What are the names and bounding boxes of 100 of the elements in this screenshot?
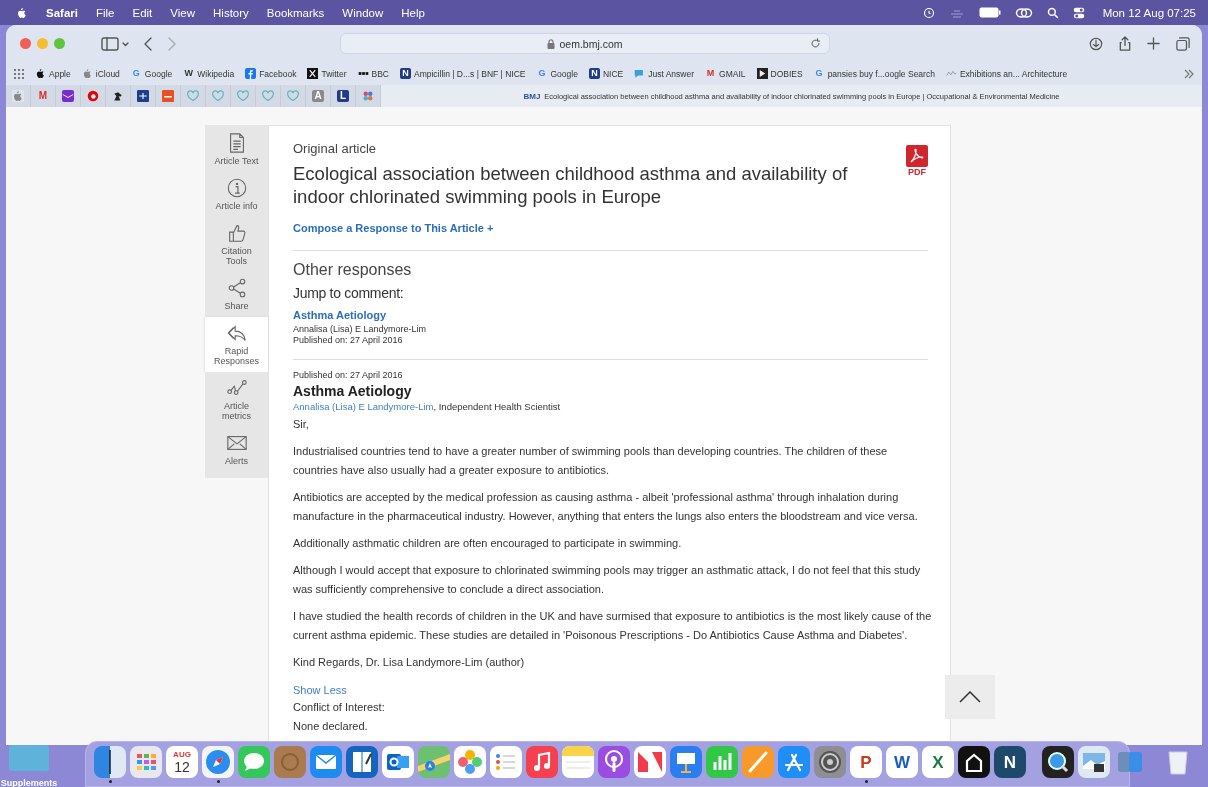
menu-item[interactable]: File <box>95 6 115 19</box>
menu-item[interactable]: Window <box>342 6 384 19</box>
magnifier-icon[interactable] <box>1042 746 1074 778</box>
apple-icon[interactable] <box>16 5 28 20</box>
favicon-icon: L <box>337 90 349 102</box>
plus-icon[interactable] <box>1147 37 1160 50</box>
scroll-to-top-button[interactable] <box>945 675 995 719</box>
mail-app-icon[interactable] <box>382 746 414 778</box>
history-icon[interactable] <box>922 6 935 19</box>
app-letter-icon[interactable]: N <box>994 746 1026 778</box>
sidebar-tab[interactable]: Rapid Responses <box>205 317 268 372</box>
photo-icon[interactable] <box>1078 746 1110 778</box>
show-less-link[interactable]: Show Less <box>293 684 347 696</box>
document-app-icon[interactable]: W <box>886 746 918 778</box>
menu-item[interactable]: History <box>213 6 249 19</box>
bookmark-link[interactable]: DOBIES <box>756 68 803 79</box>
more-icon[interactable] <box>1184 68 1194 79</box>
menu-item[interactable]: Safari <box>46 6 78 19</box>
bookmark-link[interactable]: BBC <box>357 68 389 79</box>
bookmark-link[interactable]: W Wikipedia <box>183 68 235 79</box>
notepad-icon[interactable] <box>562 746 594 778</box>
tabs-overview-icon[interactable] <box>1176 36 1190 51</box>
news-icon[interactable] <box>634 746 666 778</box>
calendar-icon[interactable]: AUG 12 <box>166 746 198 778</box>
favicon-icon <box>12 90 24 102</box>
bookmark-link[interactable]: Apple <box>35 68 71 79</box>
toggles-icon[interactable] <box>1072 6 1085 19</box>
conflict-text: None declared. <box>293 719 369 734</box>
close-button[interactable] <box>20 38 31 49</box>
envelope-icon[interactable] <box>310 746 342 778</box>
share-icon[interactable] <box>1119 36 1131 51</box>
conflict-label: Conflict of Interest: <box>293 700 386 715</box>
comment-link[interactable]: Asthma Aetiology <box>293 309 387 321</box>
favicon-icon: M <box>705 68 717 79</box>
favicon-icon <box>245 68 257 79</box>
running-indicator <box>216 780 220 783</box>
running-indicator <box>864 780 868 783</box>
running-indicator <box>108 780 112 783</box>
map-icon[interactable] <box>418 746 450 778</box>
sidebar-icon[interactable] <box>101 36 129 51</box>
notebook-icon[interactable] <box>346 746 378 778</box>
favicon-icon <box>87 90 99 102</box>
link-icon[interactable] <box>1014 6 1033 19</box>
favicon-icon <box>137 90 149 102</box>
grid-icon[interactable] <box>14 68 24 79</box>
paragraph: Industrialised countries tend to have a greater number of swimming pools than developing countries. The children of these countries have also usually had a greater exposure to antibiotics. <box>293 444 889 478</box>
jump-label: Jump to comment: <box>293 285 405 301</box>
finder-icon[interactable] <box>94 746 126 778</box>
speech-bubble-icon[interactable] <box>238 746 270 778</box>
spreadsheet-app-icon[interactable]: X <box>922 746 954 778</box>
reload-icon[interactable] <box>810 38 821 49</box>
menu-item[interactable]: Help <box>401 6 425 19</box>
menu-item[interactable]: View <box>170 6 196 19</box>
compose-link[interactable]: Compose a Response to This Article + <box>293 222 494 234</box>
pen-icon[interactable] <box>742 746 774 778</box>
podcast-icon[interactable] <box>598 746 630 778</box>
pdf-button[interactable]: PDF <box>906 145 928 181</box>
favicon-icon <box>187 90 199 102</box>
paragraph: Antibiotics are accepted by the medical profession as causing asthma - albeit 'professional asthma' through inhalation during manufacture in the pharmaceutical industry. However, anything that enters the lungs also enters the bloodstream and vice versa. <box>293 490 919 524</box>
address-bar[interactable]: oem.bmj.com <box>340 33 830 54</box>
favicon-icon <box>81 68 93 79</box>
battery-icon[interactable] <box>978 7 1001 18</box>
bookmark-link[interactable]: N Ampicillin | D...s | BNF | NICE <box>400 68 526 79</box>
presentation-app-icon[interactable]: P <box>850 746 882 778</box>
compass-icon[interactable] <box>202 746 234 778</box>
author-line: Annalisa (Lisa) E Landymore-Lim, Independent Health Scientist <box>293 401 562 412</box>
list-icon[interactable] <box>490 746 522 778</box>
menu-item[interactable]: Edit <box>132 6 153 19</box>
back-icon[interactable] <box>143 36 153 51</box>
favicon-icon <box>756 68 768 79</box>
app-store-icon[interactable] <box>778 746 810 778</box>
contact-book-icon[interactable] <box>274 746 306 778</box>
article-type: Original article <box>293 141 378 156</box>
lock-icon <box>547 38 556 49</box>
bar-chart-icon[interactable] <box>706 746 738 778</box>
house-icon[interactable] <box>958 746 990 778</box>
music-note-icon[interactable] <box>526 746 558 778</box>
bookmark-link[interactable]: G Google <box>536 68 578 79</box>
podium-icon[interactable] <box>670 746 702 778</box>
download-icon[interactable] <box>1089 36 1103 51</box>
flower-icon[interactable] <box>454 746 486 778</box>
bookmark-link[interactable]: G pansies buy f...oogle Search <box>813 68 935 79</box>
favicon-icon <box>634 68 646 79</box>
bookmark-link[interactable]: Facebook <box>245 68 297 79</box>
favicon-icon <box>237 90 249 102</box>
bookmark-link[interactable]: N NICE <box>588 68 624 79</box>
forward-icon[interactable] <box>167 36 177 51</box>
paragraph: I have studied the health records of children in the UK and have surmised that exposure to antibiotics is the most likely cause of the current asthma epidemic. These studies are detailed in 'Poisonous Prescriptions - Do Antibiotics Cause Asthma and Diabetes'. <box>293 609 933 643</box>
favicon-icon: N <box>588 68 600 79</box>
response-title: Asthma Aetiology <box>293 383 413 399</box>
bookmark-link[interactable]: iCloud <box>81 68 120 79</box>
favicon-icon: N <box>400 68 411 79</box>
bookmark-link[interactable]: M GMAIL <box>705 68 746 79</box>
bookmark-link[interactable]: Just Answer <box>634 68 695 79</box>
bookmark-link[interactable]: Twitter <box>307 68 347 79</box>
menu-item[interactable]: Bookmarks <box>266 6 325 19</box>
bookmark-link[interactable]: Exhibitions an... Architecture <box>945 68 1068 79</box>
search-icon[interactable] <box>1046 6 1059 19</box>
bookmark-link[interactable]: G Google <box>130 68 173 79</box>
gear-icon[interactable] <box>814 746 846 778</box>
